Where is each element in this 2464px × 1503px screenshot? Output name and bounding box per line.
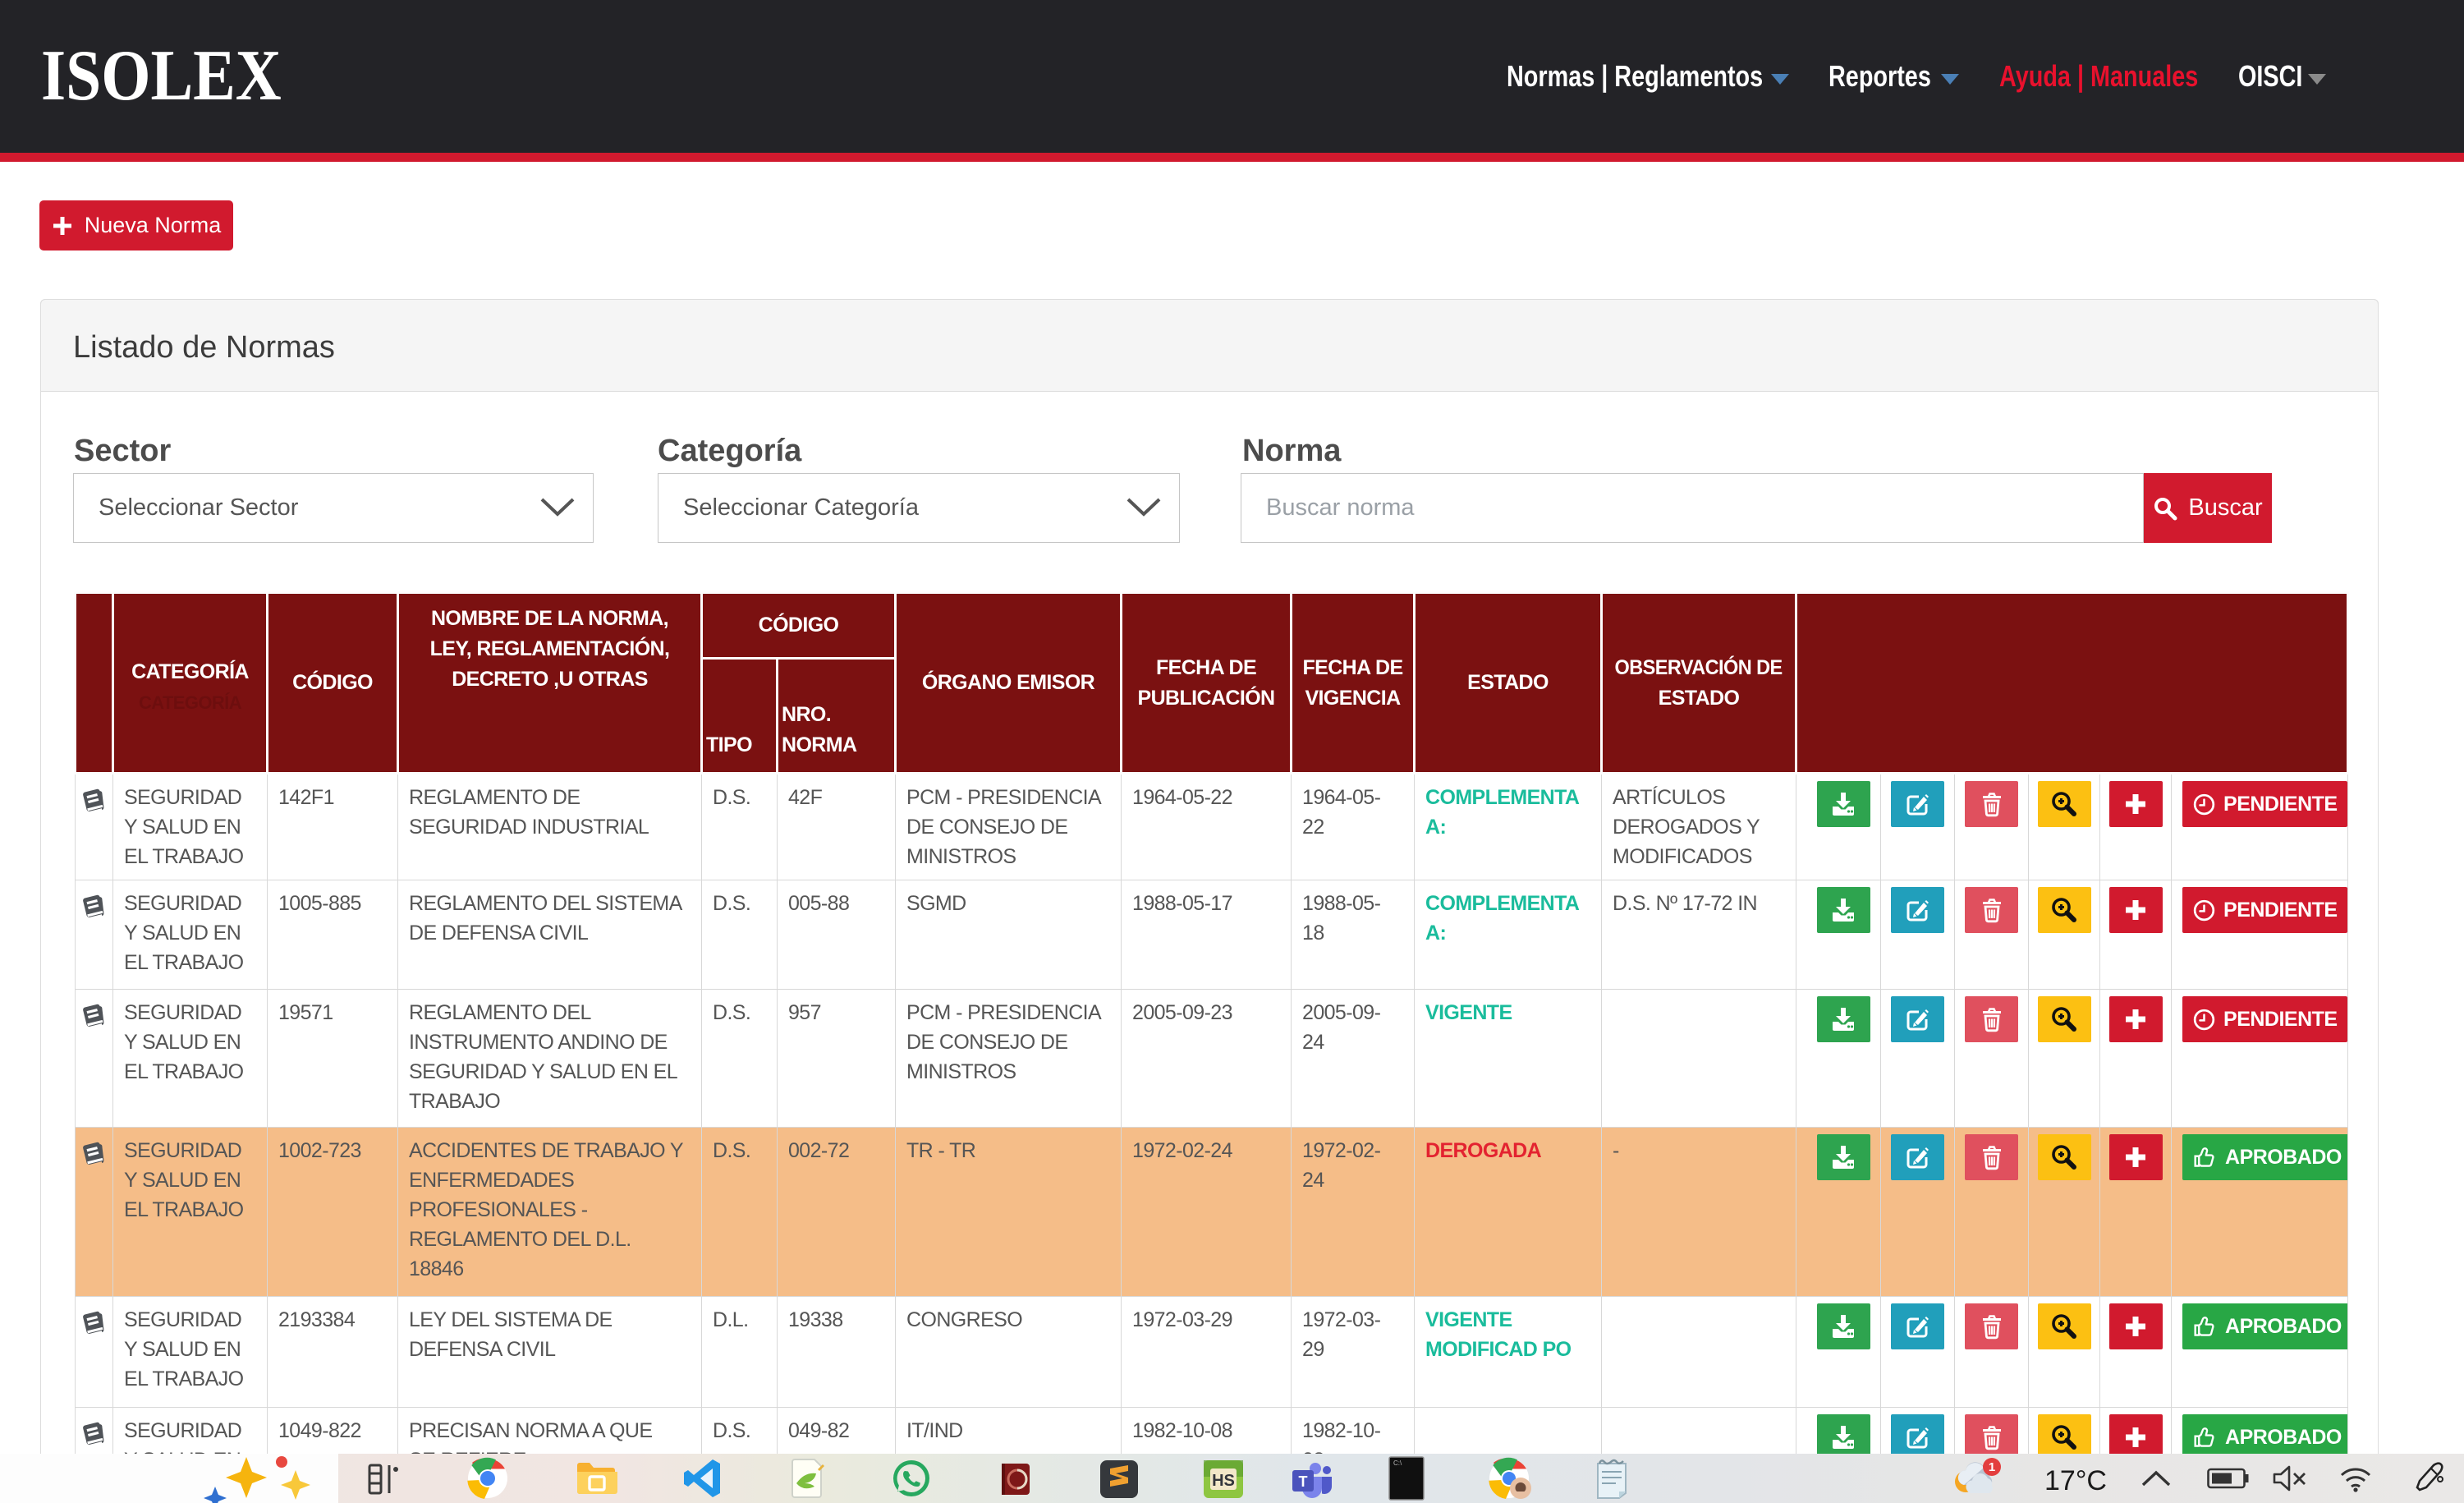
svg-text:HS: HS <box>1212 1472 1235 1490</box>
svg-text:T: T <box>1299 1473 1308 1490</box>
svg-text:C:\: C:\ <box>1393 1459 1402 1467</box>
svg-text:1: 1 <box>1989 1460 1995 1474</box>
